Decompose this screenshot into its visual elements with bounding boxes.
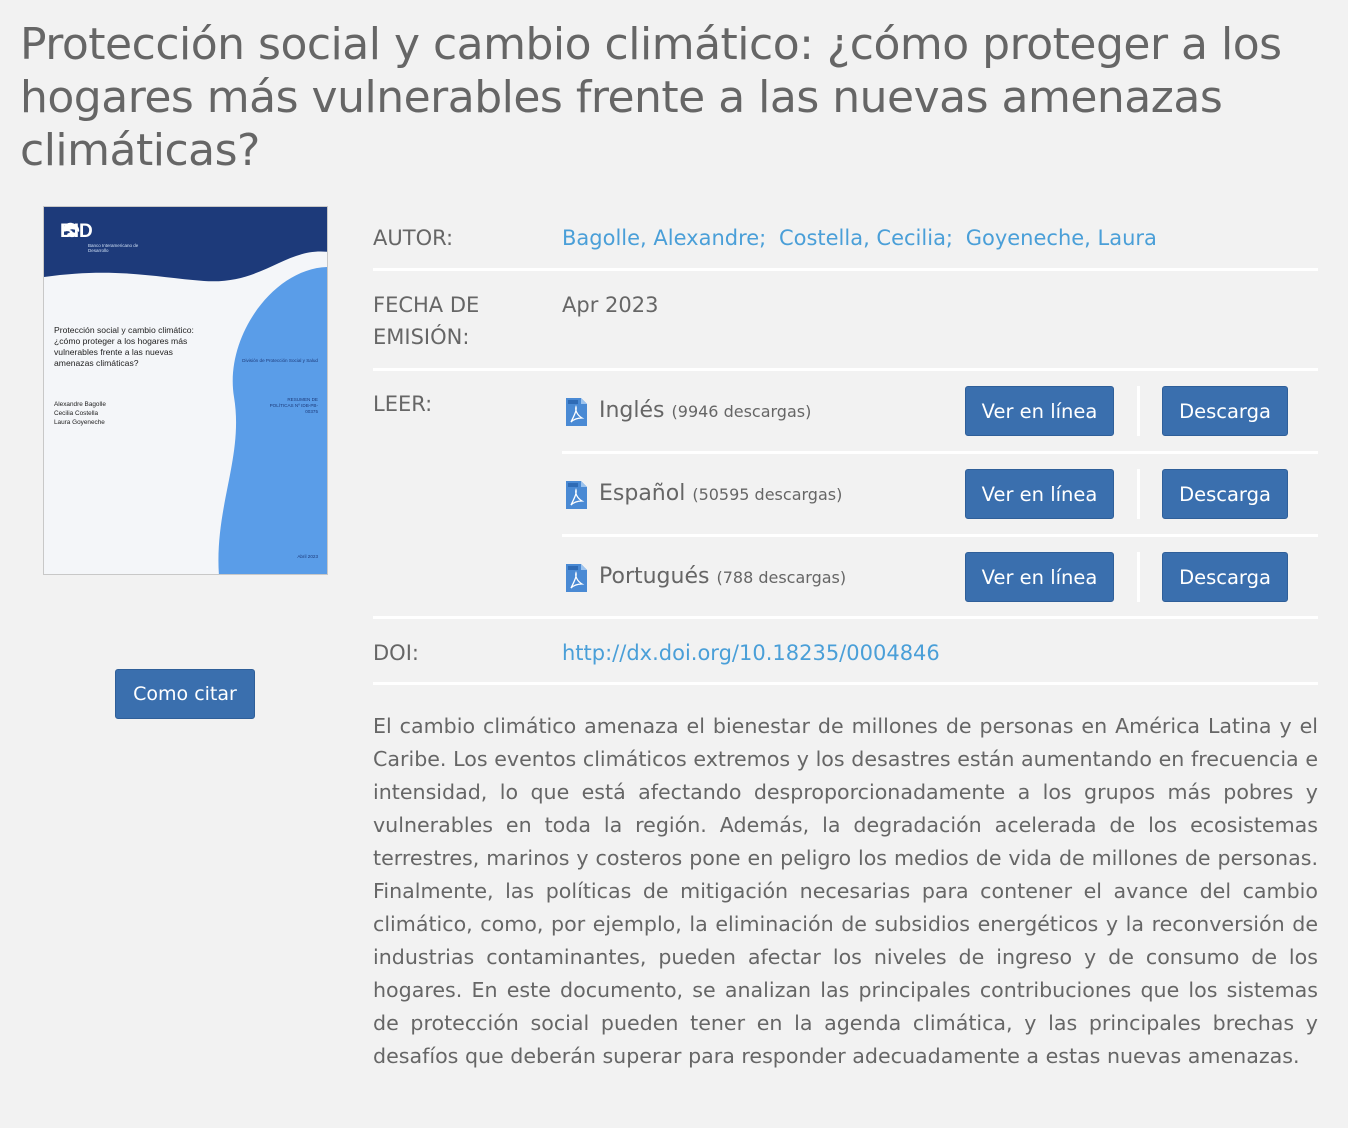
download-button[interactable]: Descarga <box>1162 386 1288 436</box>
download-count: (50595 descargas) <box>692 485 843 504</box>
author-link[interactable]: Costella, Cecilia; <box>779 226 953 250</box>
divider <box>373 268 1318 271</box>
bid-logo-subtitle: Banco Interamericano de Desarrollo <box>88 243 139 253</box>
language-row-spanish: Español (50595 descargas) Ver en línea D… <box>562 469 1318 549</box>
date-label: FECHA DE EMISIÓN: <box>373 293 480 349</box>
abstract-text: El cambio climático amenaza el bienestar… <box>373 714 1318 1068</box>
download-count: (9946 descargas) <box>671 402 812 421</box>
cover-thumbnail[interactable]: BID Banco Interamericano de Desarrollo P… <box>43 206 328 575</box>
view-online-button[interactable]: Ver en línea <box>965 552 1114 602</box>
divider <box>373 616 1318 619</box>
read-label: LEER: <box>373 392 433 416</box>
download-count: (788 descargas) <box>716 568 847 587</box>
language-name: Portugués <box>599 564 710 589</box>
cover-series: RESUMEN DE POLÍTICAS Nº IDB-PB-00375 <box>269 397 318 414</box>
cover-date: Abril 2023 <box>297 554 318 559</box>
pdf-icon <box>566 481 587 509</box>
page-title: Protección social y cambio climático: ¿c… <box>20 19 1282 176</box>
pdf-icon <box>566 564 587 592</box>
view-online-button[interactable]: Ver en línea <box>965 386 1114 436</box>
button-separator <box>1137 469 1140 519</box>
language-row-portuguese: Portugués (788 descargas) Ver en línea D… <box>562 552 1318 632</box>
language-label: Portugués (788 descargas) <box>599 561 846 594</box>
bid-logo: BID <box>60 221 93 243</box>
view-online-button[interactable]: Ver en línea <box>965 469 1114 519</box>
divider <box>562 534 1318 537</box>
button-separator <box>1137 386 1140 436</box>
cover-division: División de Protección Social y Salud <box>242 358 318 363</box>
doi-label: DOI: <box>373 641 419 665</box>
pdf-icon <box>566 398 587 426</box>
divider <box>562 451 1318 454</box>
cover-title: Protección social y cambio climático: ¿c… <box>54 325 194 368</box>
author-list: Bagolle, Alexandre; Costella, Cecilia; G… <box>562 222 1163 254</box>
language-label: Inglés (9946 descargas) <box>599 395 811 428</box>
doi-link[interactable]: http://dx.doi.org/10.18235/0004846 <box>562 637 940 669</box>
cover-artwork <box>44 207 327 574</box>
button-separator <box>1137 552 1140 602</box>
language-name: Español <box>599 481 686 506</box>
language-name: Inglés <box>599 398 665 423</box>
cite-button[interactable]: Como citar <box>115 669 255 719</box>
download-button[interactable]: Descarga <box>1162 552 1288 602</box>
date-value: Apr 2023 <box>562 293 659 317</box>
author-link[interactable]: Bagolle, Alexandre; <box>562 226 766 250</box>
language-row-english: Inglés (9946 descargas) Ver en línea Des… <box>562 386 1318 466</box>
language-label: Español (50595 descargas) <box>599 478 842 511</box>
download-button[interactable]: Descarga <box>1162 469 1288 519</box>
bid-logo-icon <box>63 222 80 238</box>
author-link[interactable]: Goyeneche, Laura <box>966 226 1157 250</box>
cover-authors: Alexandre Bagolle Cecilia Costella Laura… <box>54 401 106 426</box>
divider <box>373 682 1318 685</box>
author-label: AUTOR: <box>373 226 454 250</box>
divider <box>373 368 1318 371</box>
